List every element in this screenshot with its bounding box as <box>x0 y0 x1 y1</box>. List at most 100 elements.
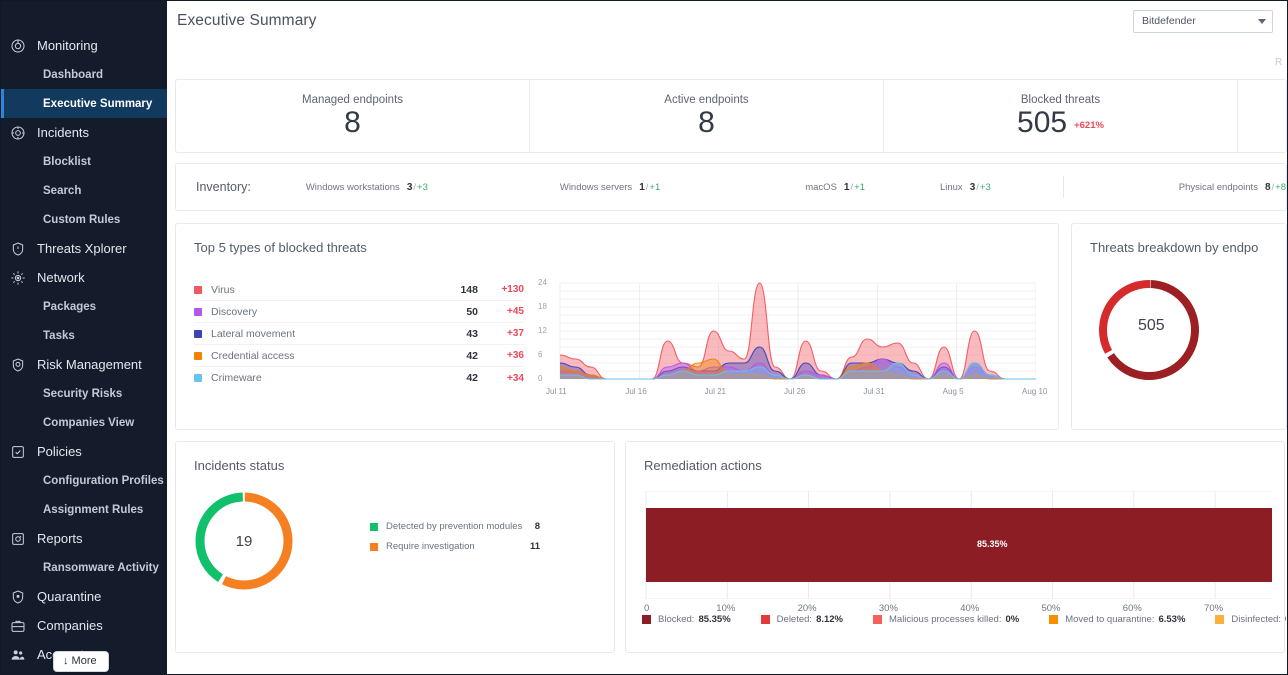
sidebar-item-quarantine[interactable]: Quarantine <box>1 582 167 611</box>
inventory-item-physical-endpoints[interactable]: Physical endpoints8/+8 <box>1179 182 1286 193</box>
incidents-legend-value: 11 <box>530 541 540 552</box>
company-selector-value: Bitdefender <box>1142 15 1196 27</box>
remediation-legend-item[interactable]: Disinfected:0 <box>1215 614 1286 625</box>
sidebar-item-policies[interactable]: Policies <box>1 437 167 466</box>
legend-swatch-icon <box>194 374 202 382</box>
incidents-legend-row[interactable]: Require investigation 11 <box>370 541 540 553</box>
top5-row[interactable]: Crimeware42+34 <box>194 367 524 389</box>
incidents-body: 19 Detected by prevention modules8 Requir… <box>176 473 614 595</box>
sidebar-item-label: Quarantine <box>37 589 101 604</box>
incidents-center-value: 19 <box>190 487 298 595</box>
sidebar-item-monitoring[interactable]: Monitoring <box>1 31 167 60</box>
area-chart-y-tick: 24 <box>538 278 547 287</box>
inventory-title: Inventory: <box>196 180 306 194</box>
top5-row[interactable]: Virus148+130 <box>194 279 524 301</box>
top5-row-name: Virus <box>211 284 436 296</box>
kpi-card-blocked-threats: Blocked threats505+621% <box>884 80 1238 152</box>
sidebar-item-label: Incidents <box>37 125 89 140</box>
top5-row[interactable]: Credential access42+36 <box>194 345 524 367</box>
kpi-row: Managed endpoints8Active endpoints8Block… <box>175 79 1287 153</box>
inventory-item-macos[interactable]: macOS1/+1 <box>805 182 865 193</box>
sidebar-item-label: Companies <box>37 618 103 633</box>
kpi-value: 8 <box>344 107 361 139</box>
kpi-label: Managed endpoints <box>302 94 403 106</box>
remediation-legend-value: 0% <box>1005 614 1019 625</box>
incidents-legend-label: Require investigation <box>386 541 522 553</box>
top5-row-count: 42 <box>436 372 478 384</box>
top5-row-delta: +45 <box>478 306 524 317</box>
sidebar-item-blocklist[interactable]: Blocklist <box>1 147 167 176</box>
inventory-item-windows-workstations[interactable]: Windows workstations3/+3 <box>306 182 428 193</box>
remediation-x-tick: 70% <box>1204 603 1223 614</box>
remediation-legend-item[interactable]: Deleted:8.12% <box>761 614 843 625</box>
top5-blocked-threats-panel: Top 5 types of blocked threats Virus148+… <box>175 223 1059 430</box>
incidents-legend-row[interactable]: Detected by prevention modules8 <box>370 521 540 533</box>
kpi-card-managed-endpoints: Managed endpoints8 <box>176 80 530 152</box>
sidebar-item-label: Packages <box>43 301 96 313</box>
panel-row-2: Top 5 types of blocked threats Virus148+… <box>175 223 1287 430</box>
sidebar-item-threats-xplorer[interactable]: Threats Xplorer <box>1 234 167 263</box>
inventory-item-delta: +8 <box>1275 182 1286 193</box>
sidebar-item-companies-view[interactable]: Companies View <box>1 408 167 437</box>
sidebar-item-label: Custom Rules <box>43 214 120 226</box>
area-chart-svg <box>538 279 1036 383</box>
sidebar-item-executive-summary[interactable]: Executive Summary <box>1 89 167 118</box>
remediation-x-tick: 0 <box>644 603 649 614</box>
incidents-icon <box>9 124 26 141</box>
blocked-threats-area-chart: 24181260Jul 11Jul 16Jul 21Jul 26Jul 31Au… <box>538 279 1058 401</box>
inventory-item-linux[interactable]: Linux3/+3 <box>940 182 991 193</box>
top5-row-count: 43 <box>436 328 478 340</box>
top5-row[interactable]: Lateral movement43+37 <box>194 323 524 345</box>
sidebar-item-network[interactable]: Network <box>1 263 167 292</box>
remediation-legend-item[interactable]: Blocked:85.35% <box>642 614 731 625</box>
inventory-item-count: 3 <box>970 182 976 193</box>
inventory-item-delta: +1 <box>649 182 660 193</box>
legend-swatch-icon <box>194 330 202 338</box>
area-chart-x-tick: Aug 5 <box>943 387 964 396</box>
sidebar-item-risk-management[interactable]: Risk Management <box>1 350 167 379</box>
area-chart-x-tick: Jul 16 <box>625 387 646 396</box>
inventory-slash: / <box>413 182 416 193</box>
remediation-legend: Blocked:85.35% Deleted:8.12% Malicious pro… <box>642 614 1286 625</box>
sidebar-navigation: MonitoringDashboardExecutive Summary Inci… <box>1 1 167 674</box>
risk-shield-icon <box>9 356 26 373</box>
sidebar-item-reports[interactable]: Reports <box>1 524 167 553</box>
remediation-x-tick: 30% <box>879 603 898 614</box>
sidebar-item-label: Companies View <box>43 417 134 429</box>
sidebar-item-security-risks[interactable]: Security Risks <box>1 379 167 408</box>
remediation-legend-item[interactable]: Moved to quarantine:6.53% <box>1049 614 1185 625</box>
top5-row-name: Credential access <box>211 350 436 362</box>
sidebar-more-button[interactable]: ↓ More <box>53 651 109 672</box>
remediation-legend-value: 0 <box>1285 614 1286 625</box>
sidebar-item-incidents[interactable]: Incidents <box>1 118 167 147</box>
company-selector[interactable]: Bitdefender <box>1133 10 1273 33</box>
sidebar-item-ransomware-activity[interactable]: Ransomware Activity <box>1 553 167 582</box>
incidents-status-panel: Incidents status 19 Detected by preventi… <box>175 441 615 653</box>
inventory-item-windows-servers[interactable]: Windows servers1/+1 <box>560 182 660 193</box>
incidents-legend-value: 8 <box>535 521 540 532</box>
sidebar-item-packages[interactable]: Packages <box>1 292 167 321</box>
area-chart-y-tick: 0 <box>538 374 542 383</box>
top5-row-name: Crimeware <box>211 372 436 384</box>
sidebar-item-companies[interactable]: Companies <box>1 611 167 640</box>
incidents-legend: Detected by prevention modules8 Require i… <box>370 521 540 561</box>
top5-row[interactable]: Discovery50+45 <box>194 301 524 323</box>
sidebar-item-assignment-rules[interactable]: Assignment Rules <box>1 495 167 524</box>
inventory-item-name: Windows servers <box>560 182 632 193</box>
sidebar-item-search[interactable]: Search <box>1 176 167 205</box>
top5-panel-title: Top 5 types of blocked threats <box>176 224 1058 255</box>
sidebar-item-dashboard[interactable]: Dashboard <box>1 60 167 89</box>
chevron-down-icon <box>1258 19 1266 24</box>
inventory-item-delta: +3 <box>980 182 991 193</box>
top5-row-name: Lateral movement <box>211 328 436 340</box>
sidebar-item-tasks[interactable]: Tasks <box>1 321 167 350</box>
remediation-x-tick: 40% <box>960 603 979 614</box>
remediation-bar-segment <box>646 508 1272 582</box>
remediation-legend-item[interactable]: Malicious processes killed:0% <box>873 614 1019 625</box>
inventory-item-name: Physical endpoints <box>1179 182 1258 193</box>
area-chart-x-tick: Jul 26 <box>784 387 805 396</box>
sidebar-item-custom-rules[interactable]: Custom Rules <box>1 205 167 234</box>
sidebar-item-label: Reports <box>37 531 83 546</box>
sidebar-item-configuration-profiles[interactable]: Configuration Profiles <box>1 466 167 495</box>
legend-swatch-icon <box>194 286 202 294</box>
